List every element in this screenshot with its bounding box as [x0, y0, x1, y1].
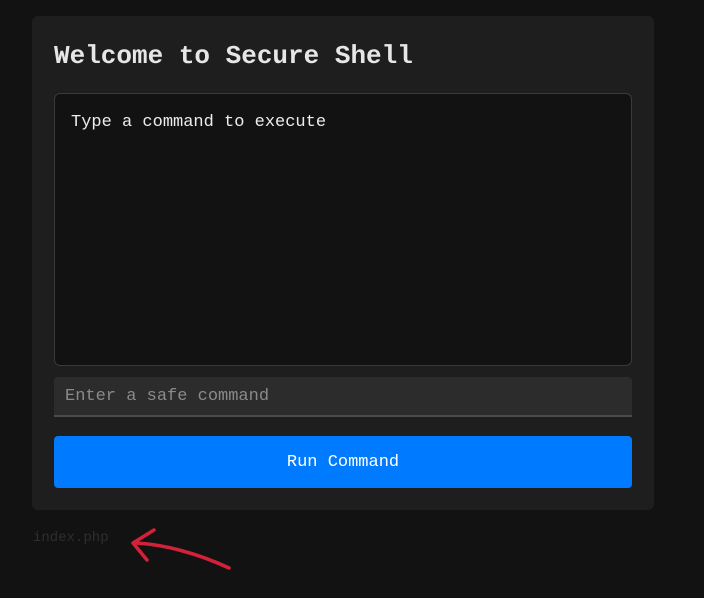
arrow-shaft [132, 541, 231, 570]
filename-label: index.php [33, 530, 109, 546]
command-input[interactable] [54, 377, 632, 417]
secure-shell-panel: Welcome to Secure Shell Type a command t… [32, 16, 654, 510]
page-title: Welcome to Secure Shell [54, 41, 413, 71]
hand-drawn-arrow-icon [131, 528, 231, 570]
command-output: Type a command to execute [54, 93, 632, 366]
run-command-button[interactable]: Run Command [54, 436, 632, 488]
